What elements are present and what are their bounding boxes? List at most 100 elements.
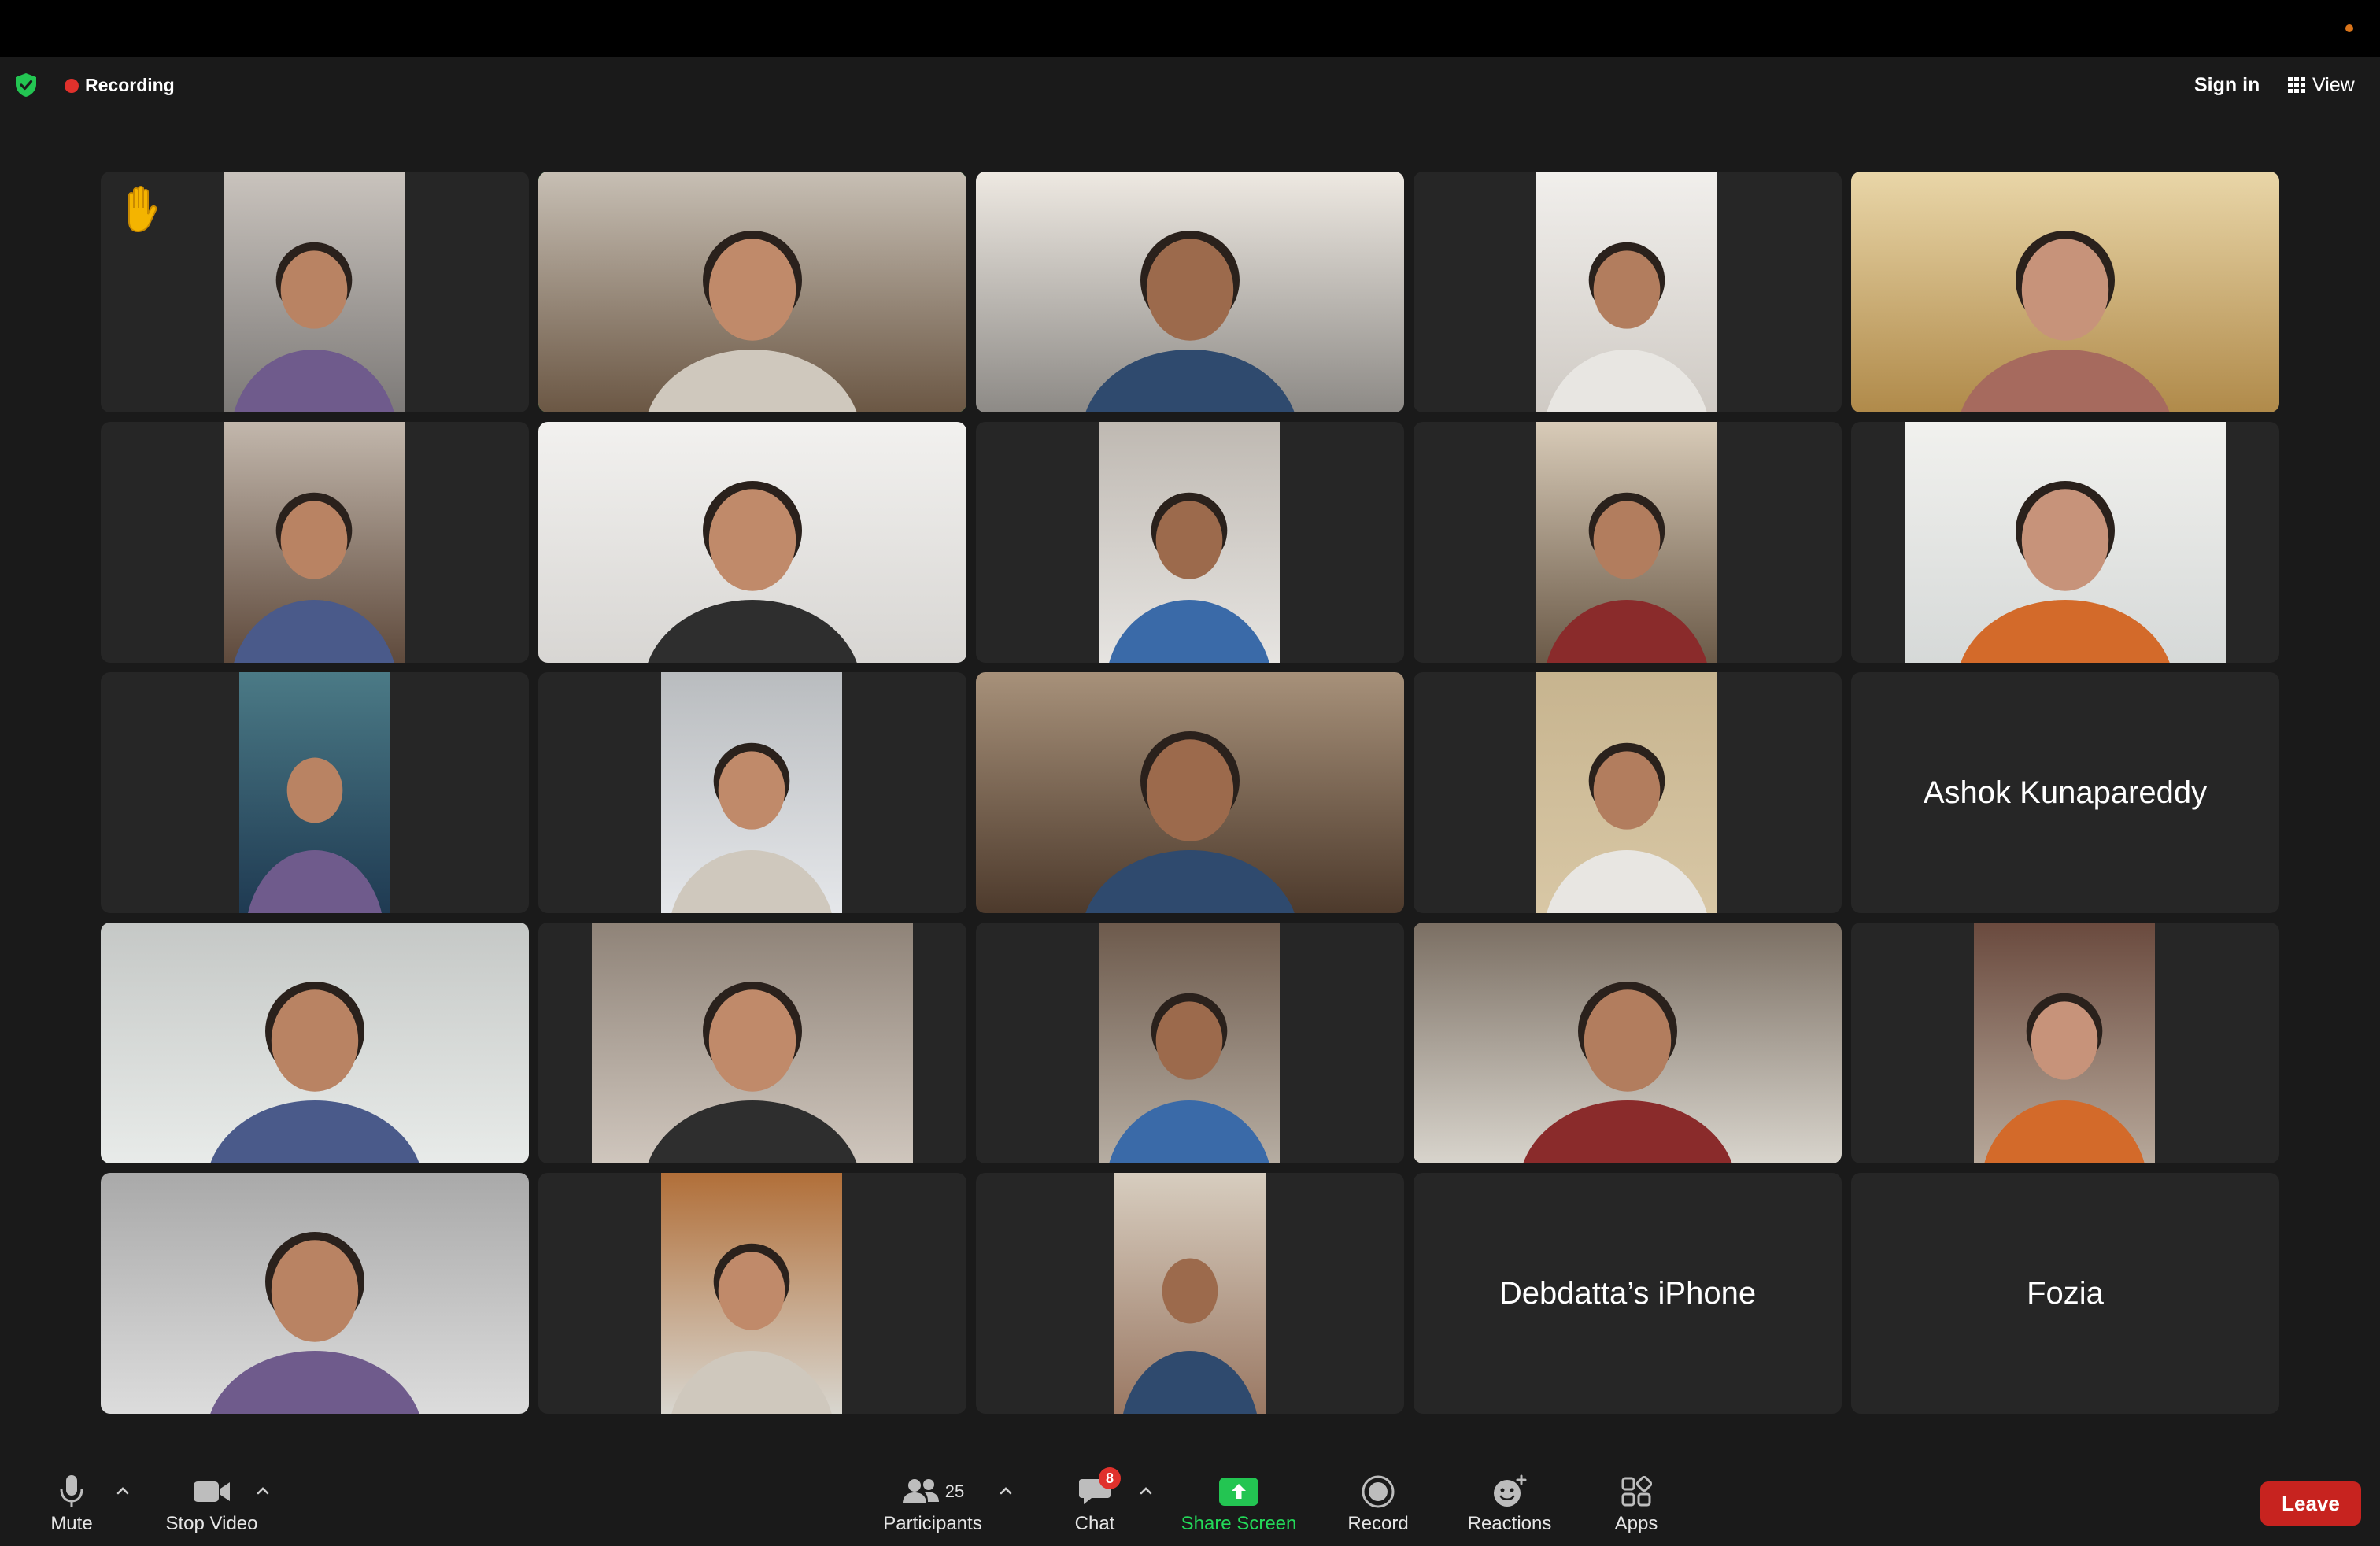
participant-video-tile[interactable]	[101, 172, 529, 412]
recording-indicator[interactable]: Recording	[85, 72, 175, 98]
recording-dot	[65, 79, 79, 93]
participant-video-tile[interactable]	[976, 672, 1404, 913]
emoji-add-icon	[1494, 1474, 1527, 1507]
camera-indicator-dot	[2345, 24, 2353, 32]
record-label: Record	[1347, 1513, 1409, 1534]
participant-silhouette	[648, 982, 857, 1163]
participant-silhouette	[210, 1232, 419, 1414]
participant-video-feed	[661, 672, 842, 913]
record-icon	[1362, 1475, 1395, 1508]
apps-icon	[1621, 1476, 1652, 1507]
participant-silhouette	[210, 982, 419, 1163]
participant-video-tile[interactable]	[1851, 422, 2279, 663]
share-screen-icon	[1219, 1478, 1258, 1506]
participant-video-feed	[538, 422, 966, 663]
meeting-toolbar: Mute Stop Video 25 Participants 8 Chat S…	[0, 1461, 2380, 1546]
participant-video-tile[interactable]	[976, 422, 1404, 663]
mute-options-chevron-icon[interactable]	[113, 1483, 132, 1499]
participant-silhouette	[671, 1243, 832, 1414]
apps-label: Apps	[1614, 1513, 1658, 1534]
participants-options-chevron-icon[interactable]	[996, 1483, 1015, 1499]
participant-silhouette	[234, 492, 394, 663]
record-button[interactable]: Record	[1343, 1461, 1414, 1546]
participant-tile-name-only[interactable]: Fozia	[1851, 1173, 2279, 1414]
people-icon	[902, 1479, 939, 1503]
participant-silhouette	[1085, 731, 1295, 913]
mute-button[interactable]: Mute	[36, 1461, 107, 1546]
participant-video-feed	[976, 672, 1404, 913]
participant-video-tile[interactable]	[538, 422, 966, 663]
participant-video-feed	[1536, 172, 1717, 412]
participant-video-tile[interactable]	[976, 172, 1404, 412]
stop-video-button[interactable]: Stop Video	[154, 1461, 269, 1546]
participant-video-tile[interactable]	[1851, 172, 2279, 412]
sign-in-link[interactable]: Sign in	[2194, 71, 2260, 99]
participant-silhouette	[1547, 492, 1707, 663]
participant-silhouette	[1109, 993, 1269, 1163]
participant-video-feed	[1905, 422, 2226, 663]
participant-gallery: Ashok Kunapareddy Debdatta’s iPhone Fozia	[0, 0, 2380, 1546]
participant-video-tile[interactable]	[1414, 923, 1842, 1163]
participant-name-label: Debdatta’s iPhone	[1499, 1275, 1757, 1311]
chat-unread-badge: 8	[1099, 1467, 1121, 1489]
participant-silhouette	[1961, 231, 2170, 412]
participant-video-tile[interactable]	[1414, 422, 1842, 663]
grid-icon	[2288, 77, 2305, 93]
participant-video-feed	[538, 172, 966, 412]
video-options-chevron-icon[interactable]	[253, 1483, 272, 1499]
participants-label: Participants	[883, 1513, 982, 1534]
mute-label: Mute	[50, 1513, 93, 1534]
stop-video-label: Stop Video	[165, 1513, 258, 1534]
participant-video-tile[interactable]	[1414, 172, 1842, 412]
participant-silhouette	[1523, 982, 1732, 1163]
share-screen-button[interactable]: Share Screen	[1176, 1461, 1302, 1546]
view-label: View	[2312, 74, 2355, 96]
participant-silhouette	[1123, 1258, 1257, 1414]
microphone-icon	[60, 1475, 83, 1507]
participant-video-tile[interactable]	[976, 1173, 1404, 1414]
participant-tile-name-only[interactable]: Ashok Kunapareddy	[1851, 672, 2279, 913]
participants-button[interactable]: 25 Participants	[877, 1461, 989, 1546]
participant-video-tile[interactable]	[538, 672, 966, 913]
participant-silhouette	[1984, 993, 2145, 1163]
chat-label: Chat	[1074, 1513, 1115, 1534]
reactions-button[interactable]: Reactions	[1461, 1461, 1558, 1546]
leave-button[interactable]: Leave	[2260, 1481, 2361, 1526]
participant-video-tile[interactable]	[101, 1173, 529, 1414]
participant-video-tile[interactable]	[101, 923, 529, 1163]
chat-options-chevron-icon[interactable]	[1136, 1483, 1155, 1499]
meeting-top-bar: Recording Sign in View	[0, 57, 2380, 112]
participant-video-feed	[1099, 923, 1280, 1163]
participant-video-tile[interactable]	[1851, 923, 2279, 1163]
participant-video-feed	[976, 172, 1404, 412]
participant-video-feed	[1099, 422, 1280, 663]
participant-tile-name-only[interactable]: Debdatta’s iPhone	[1414, 1173, 1842, 1414]
participant-video-tile[interactable]	[538, 172, 966, 412]
participant-silhouette	[248, 757, 382, 913]
view-button[interactable]: View	[2287, 71, 2355, 99]
participant-video-tile[interactable]	[1414, 672, 1842, 913]
participant-video-feed	[224, 172, 405, 412]
share-screen-label: Share Screen	[1181, 1513, 1297, 1534]
participant-silhouette	[648, 481, 857, 663]
shield-check-icon[interactable]	[14, 72, 38, 98]
participant-video-feed	[661, 1173, 842, 1414]
participant-name-label: Ashok Kunapareddy	[1923, 775, 2208, 810]
window-title-bar	[0, 0, 2380, 57]
participant-video-tile[interactable]	[101, 672, 529, 913]
participant-name-label: Fozia	[2027, 1275, 2104, 1311]
participant-video-tile[interactable]	[538, 1173, 966, 1414]
participant-silhouette	[1547, 242, 1707, 412]
participant-video-tile[interactable]	[101, 422, 529, 663]
participant-video-tile[interactable]	[538, 923, 966, 1163]
participant-video-tile[interactable]	[976, 923, 1404, 1163]
participant-silhouette	[671, 742, 832, 913]
apps-button[interactable]: Apps	[1601, 1461, 1672, 1546]
participant-profile-image	[1114, 1173, 1266, 1414]
chat-button[interactable]: 8 Chat	[1059, 1461, 1130, 1546]
participant-silhouette	[648, 231, 857, 412]
participants-count: 25	[944, 1481, 965, 1501]
participant-video-feed	[101, 923, 529, 1163]
participant-silhouette	[234, 242, 394, 412]
participant-video-feed	[224, 422, 405, 663]
